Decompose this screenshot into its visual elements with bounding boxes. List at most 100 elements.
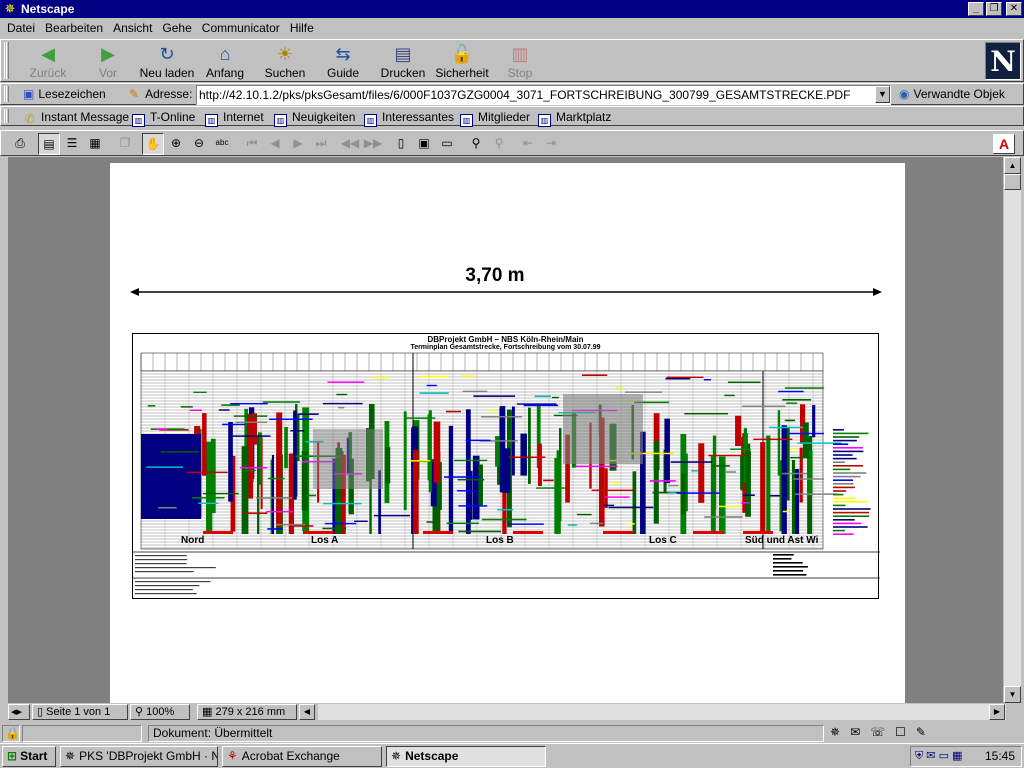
- go-back-icon[interactable]: ◀◀: [339, 133, 361, 155]
- guide-button[interactable]: ⇆ Guide: [313, 42, 373, 82]
- composer-icon[interactable]: ✎: [916, 725, 926, 739]
- task-label: Acrobat Exchange: [241, 749, 340, 763]
- pdf-document-area[interactable]: 3,70 m DBProjekt GmbH – NBS Köln-Rhein/M…: [8, 157, 1003, 703]
- gantt-chart-image: [133, 352, 880, 595]
- search-button[interactable]: ☀ Suchen: [255, 42, 315, 82]
- vertical-scrollbar[interactable]: ▲ ▼: [1004, 157, 1021, 703]
- menu-gehe[interactable]: Gehe: [157, 21, 196, 35]
- personal-item-label: Mitglieder: [478, 110, 531, 124]
- back-button[interactable]: ◀ Zurück: [18, 42, 78, 82]
- scroll-right-icon[interactable]: ▶: [989, 704, 1005, 720]
- section-label: Los C: [649, 535, 677, 546]
- chevron-down-icon[interactable]: ▼: [875, 86, 890, 103]
- mitglieder-button[interactable]: ▥ Mitglieder: [460, 110, 530, 127]
- bookmarks-button[interactable]: ▣ Lesezeichen: [23, 87, 106, 101]
- home-button[interactable]: ⌂ Anfang: [195, 42, 255, 82]
- address-book-icon[interactable]: ☐: [895, 725, 906, 739]
- neuigkeiten-button[interactable]: ▥ Neuigkeiten: [274, 110, 355, 127]
- scroll-left-icon[interactable]: ◀: [299, 704, 315, 720]
- newsgroup-icon[interactable]: ☏: [870, 725, 885, 739]
- toolbar-grip[interactable]: [4, 42, 9, 79]
- menu-datei[interactable]: Datei: [2, 21, 40, 35]
- stop-icon: ▥: [511, 44, 529, 64]
- find-binoculars-icon[interactable]: ⚲: [465, 133, 487, 155]
- last-page-icon[interactable]: ⏭: [310, 133, 332, 155]
- first-page-icon[interactable]: ⏮: [241, 133, 263, 155]
- netscape-task-icon: ✵: [391, 749, 402, 763]
- previous-highlight-icon[interactable]: ⇤: [517, 133, 539, 155]
- tray-icons[interactable]: ⛨ ✉ ▭ ▦: [915, 747, 962, 766]
- restore-button[interactable]: ❐: [986, 2, 1002, 16]
- interessantes-button[interactable]: ▥ Interessantes: [364, 110, 454, 127]
- task-acrobat-exchange[interactable]: ⚘ Acrobat Exchange: [222, 746, 382, 767]
- actual-size-icon[interactable]: ▯: [390, 133, 412, 155]
- toolbar-grip[interactable]: [4, 109, 9, 123]
- menu-hilfe[interactable]: Hilfe: [285, 21, 319, 35]
- thumbnails-page-icon[interactable]: ▦: [84, 133, 106, 155]
- zoom-in-icon[interactable]: ⊕: [165, 133, 187, 155]
- reload-button[interactable]: ↻ Neu laden: [137, 42, 197, 82]
- toolbar-grip[interactable]: [4, 86, 9, 102]
- scroll-up-icon[interactable]: ▲: [1004, 157, 1021, 174]
- personal-item-label: T-Online: [150, 110, 196, 124]
- location-toolbar: ▣ Lesezeichen ✎ Adresse: http://42.10.1.2/…: [0, 83, 1024, 105]
- zoom-out-icon[interactable]: ⊖: [188, 133, 210, 155]
- title-bar: ✵ Netscape _ ❐ ✕: [0, 0, 1024, 18]
- security-button[interactable]: 🔓 Sicherheit: [432, 42, 492, 82]
- address-input[interactable]: http://42.10.1.2/pks/pksGesamt/files/6/0…: [196, 85, 891, 105]
- forward-button[interactable]: ▶ Vor: [78, 42, 138, 82]
- stop-button[interactable]: ▥ Stop: [490, 42, 550, 82]
- magnifier-icon: ⚲: [135, 706, 147, 718]
- mail-icon[interactable]: ✉: [850, 725, 860, 739]
- page-proxy-icon[interactable]: ✎: [129, 87, 139, 101]
- internet-button[interactable]: ▥ Internet: [205, 110, 264, 127]
- t-online-button[interactable]: ▥ T-Online: [132, 110, 195, 127]
- navigation-pane-toggle[interactable]: ◂▸: [8, 704, 30, 720]
- print-icon[interactable]: ⎙: [9, 133, 31, 155]
- close-button[interactable]: ✕: [1006, 2, 1022, 16]
- page-indicator[interactable]: ▯ Seite 1 von 1: [32, 704, 128, 720]
- related-button[interactable]: ◉ Verwandte Objek: [899, 87, 1005, 101]
- page-size-indicator: ▦ 279 x 216 mm: [197, 704, 297, 720]
- scroll-down-icon[interactable]: ▼: [1004, 686, 1021, 703]
- windows-logo-icon: ⊞: [7, 749, 18, 763]
- clock[interactable]: 15:45: [985, 747, 1015, 766]
- fit-width-icon[interactable]: ▭: [436, 133, 458, 155]
- zoom-indicator-label: 100%: [146, 706, 175, 718]
- page-only-icon[interactable]: ▤: [38, 133, 60, 155]
- related-label: Verwandte Objek: [913, 87, 1005, 101]
- menu-bearbeiten[interactable]: Bearbeiten: [40, 21, 108, 35]
- section-label: Los B: [486, 535, 514, 546]
- security-padlock-icon[interactable]: 🔒: [2, 725, 20, 742]
- navigator-icon[interactable]: ✵: [830, 725, 840, 739]
- task-netscape[interactable]: ✵ Netscape: [386, 746, 546, 767]
- hand-tool-icon[interactable]: ✋: [142, 133, 164, 155]
- schedule-drawing: DBProjekt GmbH – NBS Köln-Rhein/Main Ter…: [132, 333, 880, 599]
- task-pks-window[interactable]: ✵ PKS 'DBProjekt GmbH · N...: [60, 746, 218, 767]
- marktplatz-button[interactable]: ▥ Marktplatz: [538, 110, 611, 127]
- scroll-thumb[interactable]: [1004, 174, 1021, 190]
- text-select-icon[interactable]: abc: [211, 133, 233, 155]
- search-results-icon[interactable]: ⚲: [488, 133, 510, 155]
- start-button[interactable]: ⊞ Start: [2, 746, 56, 767]
- previous-page-icon[interactable]: ◀: [264, 133, 286, 155]
- component-bar: ✵ ✉ ☏ ☐ ✎: [830, 725, 926, 739]
- bookmarks-page-icon[interactable]: ☰: [61, 133, 83, 155]
- instant-message-button[interactable]: ✆ Instant Message: [23, 110, 129, 127]
- go-forward-icon[interactable]: ▶▶: [362, 133, 384, 155]
- next-highlight-icon[interactable]: ⇥: [540, 133, 562, 155]
- adobe-logo-icon[interactable]: A: [993, 134, 1015, 154]
- bookmark-page-icon: ▥: [274, 114, 287, 127]
- minimize-button[interactable]: _: [968, 2, 984, 16]
- netscape-logo[interactable]: N: [985, 42, 1021, 80]
- copy-icon[interactable]: ❐: [114, 133, 136, 155]
- horizontal-scrollbar[interactable]: [318, 704, 1006, 720]
- menu-ansicht[interactable]: Ansicht: [108, 21, 157, 35]
- fit-page-icon[interactable]: ▣: [413, 133, 435, 155]
- pdf-page: 3,70 m DBProjekt GmbH – NBS Köln-Rhein/M…: [110, 163, 905, 703]
- menu-communicator[interactable]: Communicator: [197, 21, 285, 35]
- next-page-icon[interactable]: ▶: [287, 133, 309, 155]
- print-button[interactable]: ▤ Drucken: [373, 42, 433, 82]
- zoom-indicator[interactable]: ⚲ 100%: [130, 704, 190, 720]
- page-indicator-label: Seite 1 von 1: [46, 706, 111, 718]
